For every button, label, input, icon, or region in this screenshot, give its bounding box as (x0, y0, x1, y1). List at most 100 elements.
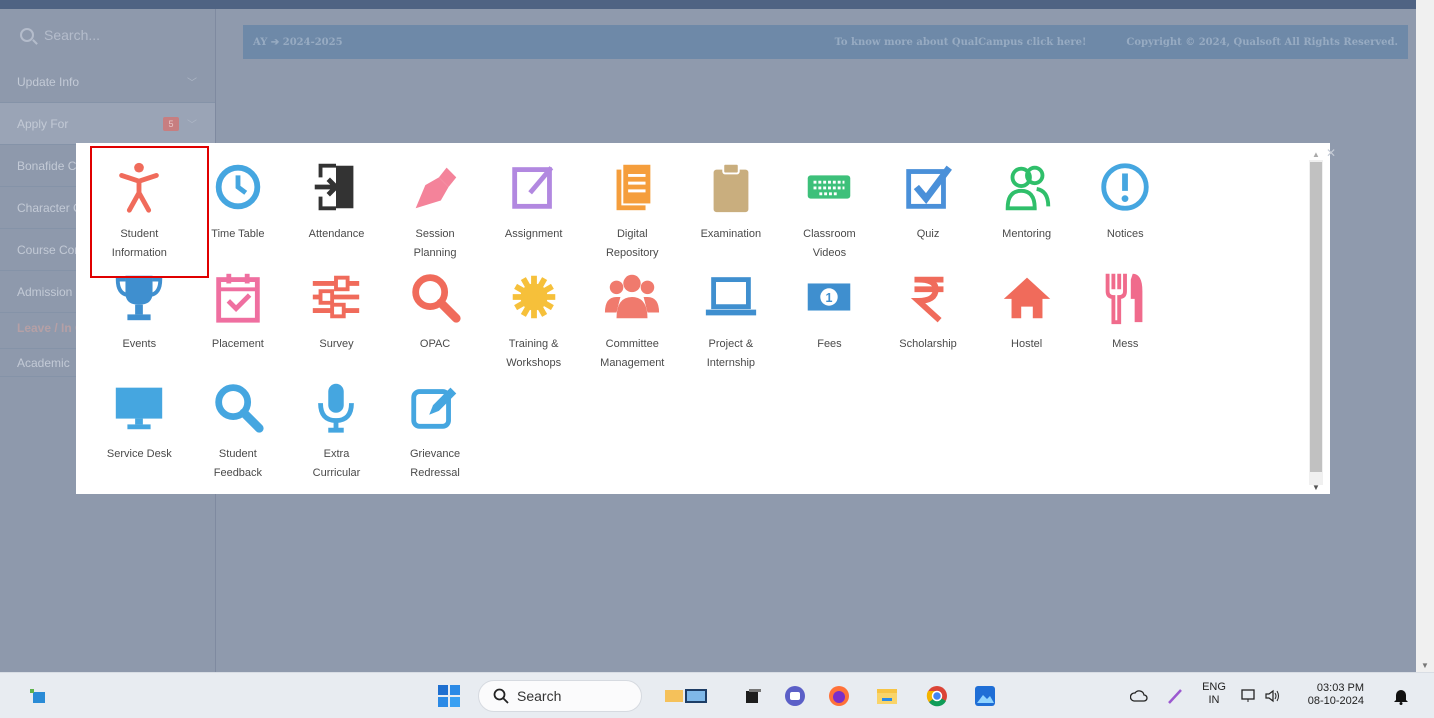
windows-start-icon[interactable] (434, 681, 464, 711)
svg-text:1: 1 (826, 291, 833, 305)
group-icon (602, 267, 662, 327)
pen-icon[interactable] (1164, 681, 1186, 711)
money-icon: 1 (799, 267, 859, 327)
module-label: Attendance (308, 228, 365, 240)
network-icon[interactable] (1238, 681, 1260, 711)
module-tile[interactable]: Student Feedback (189, 377, 288, 487)
task-view-icon[interactable] (738, 681, 768, 711)
language-indicator[interactable]: ENG IN (1200, 681, 1228, 707)
module-tile[interactable]: Service Desk (90, 377, 189, 487)
module-tile[interactable]: Project & Internship (682, 267, 781, 377)
module-tile[interactable]: Quiz (879, 157, 978, 267)
module-tile[interactable]: Assignment (484, 157, 583, 267)
module-tile[interactable]: Placement (189, 267, 288, 377)
rupee-icon (898, 267, 958, 327)
sidebar-item-apply-for[interactable]: Apply For 5 ﹀ (0, 103, 215, 145)
modal-scrollbar[interactable]: ▲ ▼ (1309, 150, 1323, 492)
widgets-icon[interactable] (26, 681, 50, 711)
module-label: Hostel (1011, 338, 1043, 350)
search-icon (208, 377, 268, 437)
module-label: Quiz (916, 228, 940, 240)
onedrive-icon[interactable] (1128, 681, 1150, 711)
module-label: Survey (319, 338, 354, 350)
firefox-icon[interactable] (824, 681, 854, 711)
scroll-down-icon[interactable]: ▼ (1312, 483, 1320, 492)
sidebar-item-label: Academic (17, 355, 70, 370)
module-tile[interactable]: Committee Management (583, 267, 682, 377)
file-explorer-icon[interactable] (872, 681, 902, 711)
news-widget-icon[interactable] (660, 681, 716, 711)
module-label: Mentoring (1002, 228, 1052, 240)
sun-icon (504, 267, 564, 327)
edit-square-icon (504, 157, 564, 217)
cutlery-icon (1095, 267, 1155, 327)
sidebar-item-update-info[interactable]: Update Info ﹀ (0, 61, 215, 103)
module-tile[interactable]: Attendance (287, 157, 386, 267)
module-label: Time Table (211, 228, 265, 240)
laptop-icon (701, 267, 761, 327)
module-label: Committee Management (600, 338, 665, 369)
module-tile[interactable]: Grievance Redressal (386, 377, 485, 487)
module-label: Student Feedback (213, 448, 263, 479)
module-tile[interactable]: Survey (287, 267, 386, 377)
home-icon (997, 267, 1057, 327)
module-tile[interactable]: Events (90, 267, 189, 377)
modules-grid: Student Information Time Table Attendance S… (90, 157, 1175, 487)
volume-icon[interactable] (1262, 681, 1284, 711)
module-tile[interactable]: Hostel (977, 267, 1076, 377)
module-tile[interactable]: Examination (682, 157, 781, 267)
lang-top: ENG (1202, 681, 1226, 693)
taskbar-search[interactable]: Search (478, 680, 642, 712)
selection-highlight (90, 146, 209, 278)
info-banner: AY ➔ 2024-2025 To know more about QualCa… (243, 25, 1408, 59)
module-label: Extra Curricular (312, 448, 361, 479)
more-info-link[interactable]: To know more about QualCampus click here… (835, 37, 1087, 48)
search-icon (493, 688, 509, 704)
module-tile[interactable]: Classroom Videos (780, 157, 879, 267)
module-tile[interactable]: Extra Curricular (287, 377, 386, 487)
taskbar-search-label: Search (517, 688, 562, 704)
module-tile[interactable]: Digital Repository (583, 157, 682, 267)
module-tile[interactable]: Mentoring (977, 157, 1076, 267)
module-tile[interactable]: Scholarship (879, 267, 978, 377)
module-label: Notices (1106, 228, 1144, 240)
teams-chat-icon[interactable] (780, 681, 810, 711)
chrome-icon[interactable] (922, 681, 952, 711)
top-strip (0, 0, 1416, 9)
module-label: Mess (1112, 338, 1139, 350)
module-label: Project & Internship (706, 338, 756, 369)
sign-in-icon (306, 157, 366, 217)
module-label: Events (122, 338, 157, 350)
module-tile[interactable]: Mess (1076, 267, 1175, 377)
count-badge: 5 (163, 116, 179, 131)
module-label: Assignment (504, 228, 563, 240)
scroll-up-icon[interactable]: ▲ (1312, 150, 1320, 159)
module-label: Service Desk (106, 448, 172, 460)
clock-time: 03:03 PM (1316, 682, 1364, 694)
clipboard-icon (701, 157, 761, 217)
module-label: Fees (817, 338, 842, 350)
photos-icon[interactable] (970, 681, 1000, 711)
module-tile[interactable]: OPAC (386, 267, 485, 377)
scroll-down-icon[interactable]: ▼ (1421, 661, 1429, 670)
scroll-thumb[interactable] (1310, 162, 1322, 472)
module-tile[interactable]: Session Planning (386, 157, 485, 267)
search-icon (405, 267, 465, 327)
module-tile[interactable]: Training & Workshops (484, 267, 583, 377)
clock[interactable]: 03:03 PM 08-10-2024 (1300, 682, 1364, 708)
notification-bell-icon[interactable] (1390, 681, 1412, 711)
documents-icon (602, 157, 662, 217)
close-icon[interactable]: ✕ (1326, 146, 1336, 160)
sidebar-search-placeholder: Search... (44, 27, 101, 43)
module-label: Scholarship (899, 338, 957, 350)
calendar-check-icon (208, 267, 268, 327)
module-tile[interactable]: 1 Fees (780, 267, 879, 377)
module-label: Session Planning (413, 228, 457, 259)
module-tile[interactable]: Notices (1076, 157, 1175, 267)
clock-icon (208, 157, 268, 217)
sidebar-search[interactable]: Search... (0, 9, 215, 61)
page-scrollbar[interactable]: ▼ (1416, 0, 1434, 672)
pen-nib-icon (405, 157, 465, 217)
sidebar-item-label: Update Info (17, 74, 80, 89)
sidebar-item-label: Admission (17, 284, 73, 299)
